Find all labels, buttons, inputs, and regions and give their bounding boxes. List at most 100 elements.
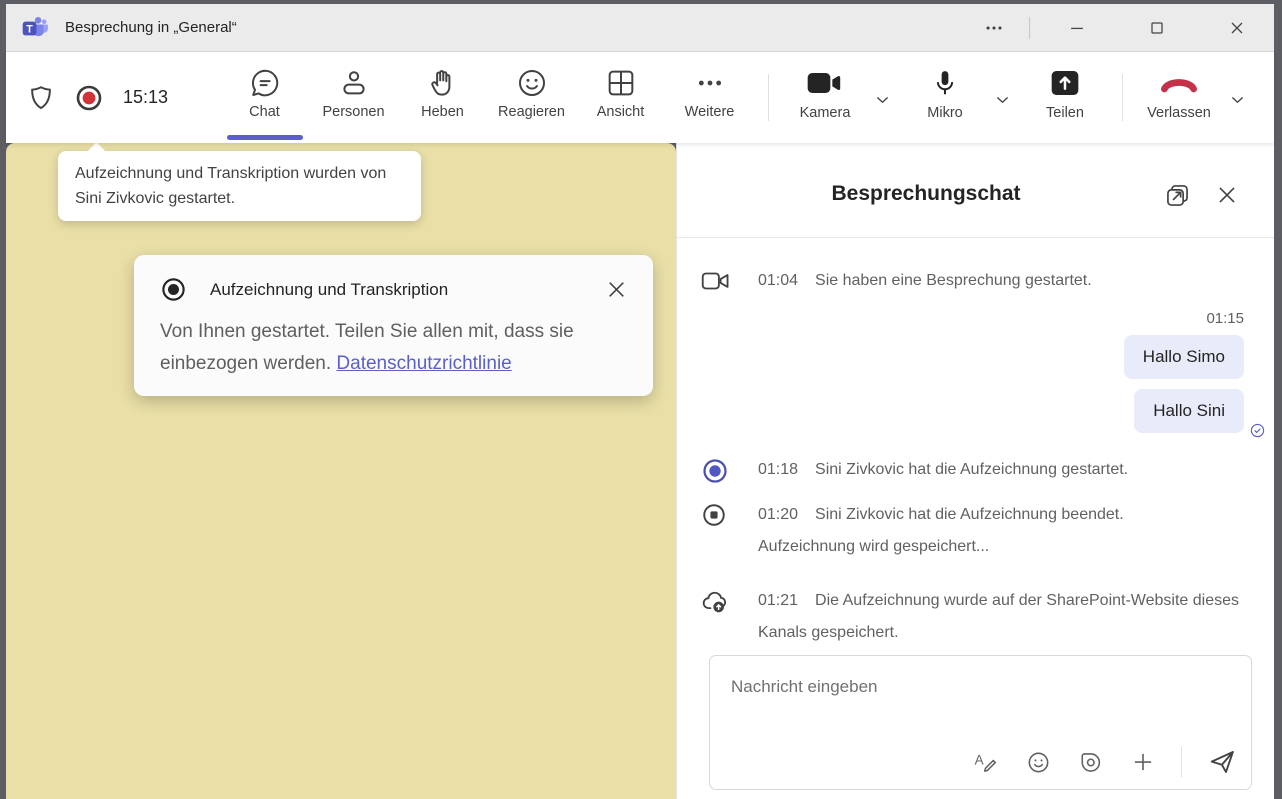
recording-tooltip: Aufzeichnung und Transkription wurden vo… [58,151,421,221]
system-message-meeting-started: 01:04 Sie haben eine Besprechung gestarte… [701,265,1244,297]
camera-button[interactable]: Kamera [794,67,856,121]
record-icon [701,454,758,486]
close-icon [1214,182,1240,208]
message-text: Die Aufzeichnung wurde auf der SharePoin… [758,592,1239,641]
meeting-timer: 15:13 [123,87,168,108]
format-icon: A [973,749,999,775]
emoji-button[interactable] [1026,750,1051,775]
message-composer[interactable]: Nachricht eingeben A [709,655,1252,790]
timestamp: 01:15 [701,310,1244,327]
chevron-down-icon [873,90,892,109]
loop-icon [1078,750,1103,775]
window-controls [965,4,1274,51]
message-input[interactable]: Nachricht eingeben [731,677,877,697]
maximize-icon [1147,18,1167,38]
message-text-line2: Aufzeichnung wird gespeichert... [758,538,989,555]
format-button[interactable]: A [973,749,999,775]
shield-icon [27,83,55,113]
message-time: 01:21 [758,592,798,609]
titlebar-more-button[interactable] [965,4,1023,51]
send-button[interactable] [1207,747,1237,777]
toolbar-nav: Chat Personen Heben Reagieren Ansicht We… [220,52,754,143]
camera-outline-icon [701,265,758,297]
tab-reagieren[interactable]: Reagieren [487,52,576,143]
toolbar-divider [1122,74,1123,121]
maximize-button[interactable] [1128,4,1186,51]
meeting-stage: Aufzeichnung und Transkription wurden vo… [6,143,676,799]
chat-bubble: Hallo Sini [1134,389,1244,433]
message-time: 01:18 [758,461,798,478]
message-text: Sini Zivkovic hat die Aufzeichnung beend… [815,506,1124,523]
loop-button[interactable] [1078,750,1103,775]
message-time: 01:04 [758,272,798,289]
active-tab-underline [227,135,303,140]
leave-chevron-button[interactable] [1228,90,1247,109]
send-icon [1207,747,1237,777]
meeting-toolbar: 15:13 Chat Personen Heben Reagieren Ansi… [6,52,1274,143]
meeting-status: 15:13 [27,52,168,143]
tab-ansicht[interactable]: Ansicht [576,52,665,143]
chevron-down-icon [993,90,1012,109]
message-text: Sie haben eine Besprechung gestartet. [815,272,1092,289]
self-messages: Hallo Simo Hallo Sini [701,335,1244,443]
message-time: 01:20 [758,506,798,523]
mic-icon [930,67,960,99]
tab-personen[interactable]: Personen [309,52,398,143]
svg-text:T: T [26,23,33,35]
tab-weitere[interactable]: Weitere [665,52,754,143]
chat-header: Besprechungschat [677,143,1274,238]
composer-divider [1181,747,1182,777]
close-window-button[interactable] [1208,4,1266,51]
system-message-recording-started: 01:18 Sini Zivkovic hat die Aufzeichnung … [701,454,1244,486]
share-screen-icon [1047,67,1083,99]
titlebar-divider [1029,17,1030,39]
tab-chat[interactable]: Chat [220,52,309,143]
more-dots-icon [983,17,1005,39]
privacy-policy-link[interactable]: Datenschutzrichtlinie [336,353,511,374]
recording-indicator-icon [74,83,104,113]
notification-title: Aufzeichnung und Transkription [210,280,448,300]
minimize-button[interactable] [1048,4,1106,51]
mic-button[interactable]: Mikro [914,67,976,121]
chat-icon [249,67,281,99]
share-button[interactable]: Teilen [1034,67,1096,121]
message-text: Sini Zivkovic hat die Aufzeichnung gesta… [815,461,1128,478]
chat-close-button[interactable] [1214,182,1240,208]
composer-actions: A [973,747,1237,777]
chat-bubble: Hallo Simo [1124,335,1244,379]
raise-hand-icon [427,67,459,99]
delivered-check-icon [1249,422,1266,439]
minimize-icon [1067,18,1087,38]
window-title: Besprechung in „General“ [65,19,237,36]
close-icon [604,277,629,302]
hangup-icon [1155,67,1203,99]
camera-icon [804,67,846,99]
toolbar-divider [768,74,769,121]
popout-button[interactable] [1164,182,1191,209]
tab-heben[interactable]: Heben [398,52,487,143]
close-icon [1227,18,1247,38]
more-dots-icon [694,67,726,99]
system-message-recording-stopped: 01:20 Sini Zivkovic hat die Aufzeichnung … [701,499,1244,563]
chevron-down-icon [1228,90,1247,109]
recording-notification: Aufzeichnung und Transkription Von Ihnen… [134,255,653,396]
chat-message-list: 01:04 Sie haben eine Besprechung gestarte… [677,239,1274,649]
react-smiley-icon [516,67,548,99]
meeting-chat-panel: Besprechungschat 01:04 Sie haben eine Bes… [676,143,1274,799]
attach-plus-button[interactable] [1130,749,1156,775]
stop-icon [701,499,758,563]
system-message-recording-saved: 01:21Die Aufzeichnung wurde auf der Shar… [701,585,1244,649]
mic-chevron-button[interactable] [993,90,1012,109]
camera-chevron-button[interactable] [873,90,892,109]
record-icon [160,276,187,303]
plus-icon [1130,749,1156,775]
notification-close-button[interactable] [604,277,629,302]
leave-button[interactable]: Verlassen [1138,67,1220,121]
tooltip-text: Aufzeichnung und Transkription wurden vo… [75,165,386,207]
chat-panel-title: Besprechungschat [831,182,1020,206]
svg-text:A: A [975,753,984,768]
titlebar: T Besprechung in „General“ [6,4,1274,52]
teams-logo-icon: T [21,14,48,41]
cloud-upload-icon [701,585,758,649]
emoji-icon [1026,750,1051,775]
